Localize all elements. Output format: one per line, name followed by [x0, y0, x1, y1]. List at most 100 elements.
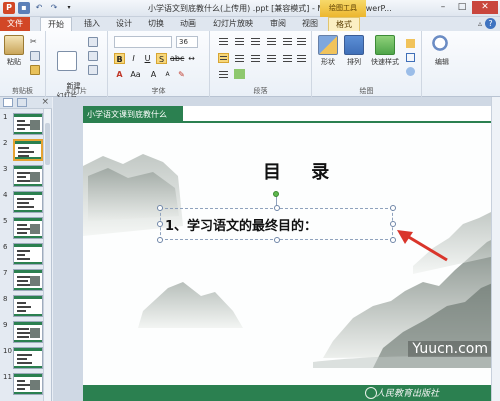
thumb-footer: [14, 262, 42, 264]
resize-handle-top-left[interactable]: [157, 205, 163, 211]
increase-indent-icon[interactable]: [266, 36, 277, 46]
scroll-thumb[interactable]: [45, 123, 50, 165]
shadow-icon[interactable]: S: [156, 53, 167, 64]
grow-font-icon[interactable]: A: [148, 69, 159, 80]
numbering-icon[interactable]: [234, 36, 245, 46]
help-icon[interactable]: ?: [485, 18, 496, 29]
minimize-ribbon-icon[interactable]: ▵: [478, 19, 482, 28]
italic-icon[interactable]: I: [128, 53, 139, 64]
quick-styles-button[interactable]: 快速样式: [368, 35, 402, 67]
thumb-text-line: [17, 328, 29, 330]
close-panel-icon[interactable]: ×: [41, 97, 49, 107]
cut-icon[interactable]: ✂: [30, 37, 40, 47]
slide-thumbnail[interactable]: [13, 217, 43, 239]
slide-thumbnail[interactable]: [13, 373, 43, 395]
shapes-button[interactable]: 形状: [316, 35, 340, 67]
tab-format[interactable]: 格式: [328, 17, 360, 31]
slide-thumbnail[interactable]: [13, 347, 43, 369]
paste-button[interactable]: 粘贴: [2, 35, 26, 67]
slide-number: 8: [3, 295, 8, 303]
slides-tab-icon[interactable]: [3, 98, 13, 107]
slides-panel-scrollbar[interactable]: [43, 109, 51, 401]
underline-icon[interactable]: U: [142, 53, 153, 64]
bullets-icon[interactable]: [218, 36, 229, 46]
tab-insert[interactable]: 插入: [78, 17, 106, 31]
slide-thumbnail[interactable]: [13, 191, 43, 213]
slide-thumbnail[interactable]: [13, 165, 43, 187]
quick-styles-icon: [375, 35, 395, 55]
outline-tab-icon[interactable]: [17, 98, 27, 107]
thumb-footer: [14, 132, 42, 134]
close-button[interactable]: ✕: [472, 1, 498, 14]
resize-handle-bottom-left[interactable]: [157, 237, 163, 243]
character-spacing-icon[interactable]: ↔: [186, 53, 197, 64]
reset-icon[interactable]: [88, 51, 98, 61]
rotation-handle[interactable]: [273, 191, 279, 197]
arrange-button[interactable]: 排列: [342, 35, 366, 67]
tab-animations[interactable]: 动画: [174, 17, 202, 31]
decrease-indent-icon[interactable]: [250, 36, 261, 46]
red-arrow-annotation: [397, 230, 448, 262]
toc-item-1[interactable]: 1、学习语文的最终目的：: [165, 215, 317, 234]
text-direction-icon[interactable]: [296, 36, 307, 46]
thumb-text-line: [17, 310, 26, 312]
justify-icon[interactable]: [266, 53, 277, 63]
thumb-text-line: [17, 354, 32, 356]
undo-icon[interactable]: ↶: [33, 2, 45, 14]
tab-transitions[interactable]: 切换: [142, 17, 170, 31]
shape-effects-icon[interactable]: [406, 67, 415, 76]
save-icon[interactable]: ▪: [18, 2, 30, 14]
editing-button[interactable]: 编辑: [428, 35, 456, 67]
resize-handle-middle-left[interactable]: [157, 221, 163, 227]
clear-format-icon[interactable]: ✎: [176, 69, 187, 80]
resize-handle-top-middle[interactable]: [274, 205, 280, 211]
font-name-dropdown[interactable]: [114, 36, 172, 48]
selected-text-box[interactable]: 1、学习语文的最终目的：: [160, 208, 393, 240]
slide-thumbnail[interactable]: [13, 243, 43, 265]
minimize-button[interactable]: –: [434, 1, 452, 14]
customize-qat-icon[interactable]: ▾: [63, 2, 75, 14]
shrink-font-icon[interactable]: A: [162, 69, 173, 80]
powerpoint-app-icon[interactable]: P: [3, 2, 15, 14]
columns-icon[interactable]: [296, 53, 307, 63]
slide-thumbnail[interactable]: [13, 269, 43, 291]
align-text-icon[interactable]: [218, 69, 229, 79]
slide-thumbnail[interactable]: [13, 139, 43, 161]
tab-view[interactable]: 视图: [296, 17, 324, 31]
shape-fill-icon[interactable]: [406, 39, 415, 48]
section-icon[interactable]: [88, 65, 98, 75]
slide-number: 3: [3, 165, 8, 173]
tab-file[interactable]: 文件: [0, 17, 30, 31]
copy-icon[interactable]: [30, 51, 40, 61]
thumb-text-line: [17, 202, 29, 204]
font-color-icon[interactable]: A: [114, 69, 125, 80]
thumb-header: [14, 244, 42, 247]
tab-home[interactable]: 开始: [40, 17, 72, 31]
smartart-icon[interactable]: [234, 69, 245, 79]
maximize-button[interactable]: □: [453, 1, 471, 14]
format-painter-icon[interactable]: [30, 65, 40, 75]
canvas-scrollbar[interactable]: [491, 97, 500, 401]
shape-outline-icon[interactable]: [406, 53, 415, 62]
slide-title[interactable]: 目 录: [263, 158, 341, 184]
tab-review[interactable]: 审阅: [264, 17, 292, 31]
slide-thumbnail[interactable]: [13, 321, 43, 343]
layout-icon[interactable]: [88, 37, 98, 47]
redo-icon[interactable]: ↷: [48, 2, 60, 14]
change-case-icon[interactable]: Aa: [130, 69, 141, 80]
thumb-footer: [14, 210, 42, 212]
strikethrough-icon[interactable]: abc: [170, 53, 184, 64]
slide-thumbnail[interactable]: [13, 113, 43, 135]
tab-slideshow[interactable]: 幻灯片放映: [208, 17, 258, 31]
align-left-icon[interactable]: [218, 53, 229, 63]
align-center-icon[interactable]: [234, 53, 245, 63]
tab-design[interactable]: 设计: [110, 17, 138, 31]
distributed-icon[interactable]: [282, 53, 293, 63]
slide-thumbnail[interactable]: [13, 295, 43, 317]
resize-handle-bottom-middle[interactable]: [274, 237, 280, 243]
font-size-dropdown[interactable]: 36: [176, 36, 198, 48]
resize-handle-top-right[interactable]: [390, 205, 396, 211]
line-spacing-icon[interactable]: [282, 36, 293, 46]
align-right-icon[interactable]: [250, 53, 261, 63]
bold-icon[interactable]: B: [114, 53, 125, 64]
